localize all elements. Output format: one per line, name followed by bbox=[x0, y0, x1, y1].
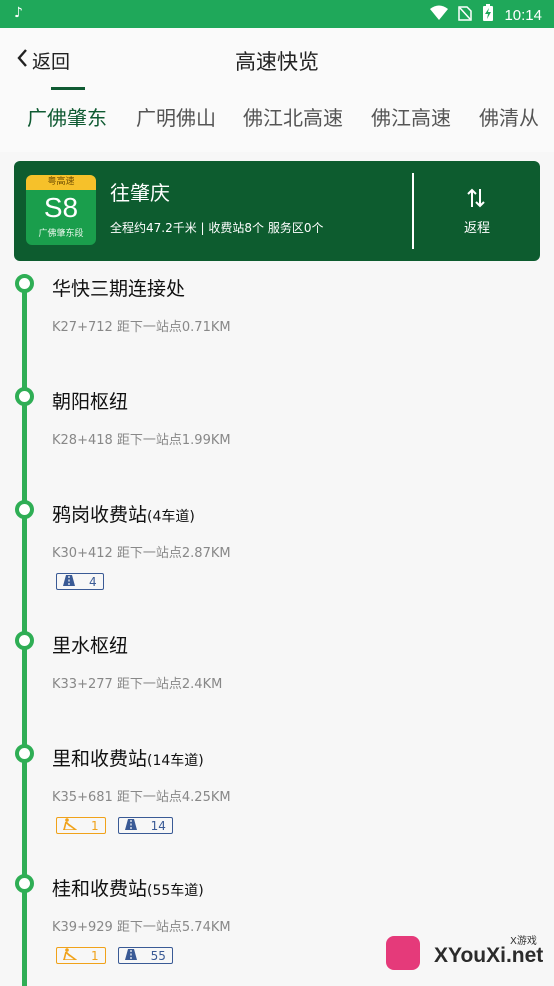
watermark-text: XYouXi.net bbox=[434, 944, 544, 967]
lane-count-badge: 55 bbox=[117, 947, 173, 964]
route-summary: 全程约47.2千米 | 收费站8个 服务区0个 bbox=[110, 221, 324, 235]
etc-lane-badge: 1 bbox=[56, 947, 106, 964]
site-watermark: X游戏 XYouXi.net bbox=[382, 928, 554, 986]
stop-name: 华快三期连接处 bbox=[52, 278, 186, 300]
stop-timeline: 华快三期连接处 K27+712 距下一站点0.71KM 朝阳枢纽 K28+418… bbox=[0, 262, 554, 986]
wifi-icon bbox=[430, 5, 449, 25]
shield-top: 粤高速 bbox=[26, 175, 96, 190]
road-icon bbox=[124, 818, 137, 833]
stop-name: 里水枢纽 bbox=[52, 635, 129, 657]
stop-badges: 4 bbox=[56, 573, 104, 590]
return-label: 返程 bbox=[464, 221, 491, 236]
tab-item[interactable]: 佛江北高速 bbox=[243, 102, 343, 131]
page-title: 高速快览 bbox=[235, 50, 319, 74]
top-bar: 返回 高速快览 bbox=[0, 28, 554, 92]
stop-info: K28+418 距下一站点1.99KM bbox=[52, 433, 231, 448]
status-time: 10:14 bbox=[504, 6, 542, 24]
stop-info: K30+412 距下一站点2.87KM bbox=[52, 546, 231, 561]
lane-count-badge: 14 bbox=[117, 817, 173, 834]
stop-marker bbox=[15, 387, 34, 406]
tab-item[interactable]: 佛清从 bbox=[479, 102, 539, 131]
stop-name: 鸦岗收费站(4车道) bbox=[52, 504, 195, 526]
highway-shield: 粤高速 S8 广佛肇东段 bbox=[26, 175, 96, 245]
no-sim-icon bbox=[458, 5, 473, 25]
direction-title: 往肇庆 bbox=[110, 181, 170, 205]
stop-marker bbox=[15, 874, 34, 893]
stop-info: K35+681 距下一站点4.25KM bbox=[52, 790, 231, 805]
gamepad-logo-icon bbox=[386, 936, 420, 970]
tiktok-icon: ♪ bbox=[14, 5, 23, 21]
worker-icon bbox=[63, 818, 79, 833]
etc-lane-badge: 1 bbox=[56, 817, 106, 834]
stop-marker bbox=[15, 631, 34, 650]
stop-name: 里和收费站(14车道) bbox=[52, 748, 204, 770]
status-bar: ♪ 10:14 bbox=[0, 0, 554, 28]
highway-tabs: 广佛肇东 广明佛山 佛江北高速 佛江高速 佛清从 bbox=[0, 92, 554, 152]
road-icon bbox=[124, 948, 137, 963]
road-icon bbox=[63, 574, 75, 589]
stop-badges: 1 55 bbox=[56, 947, 173, 964]
route-card: 粤高速 S8 广佛肇东段 往肇庆 全程约47.2千米 | 收费站8个 服务区0个… bbox=[14, 161, 540, 261]
stop-marker bbox=[15, 500, 34, 519]
tab-item[interactable]: 广佛肇东 bbox=[27, 102, 107, 131]
lane-count-badge: 4 bbox=[56, 573, 104, 590]
active-tab-indicator bbox=[51, 87, 85, 90]
worker-icon bbox=[63, 948, 79, 963]
shield-code: S8 bbox=[43, 192, 79, 223]
stop-badges: 1 14 bbox=[56, 817, 173, 834]
swap-vertical-icon bbox=[466, 187, 486, 214]
stop-marker bbox=[15, 744, 34, 763]
stop-info: K27+712 距下一站点0.71KM bbox=[52, 320, 231, 335]
shield-name: 广佛肇东段 bbox=[38, 229, 84, 239]
stop-marker bbox=[15, 274, 34, 293]
stop-info: K39+929 距下一站点5.74KM bbox=[52, 920, 231, 935]
stop-name: 桂和收费站(55车道) bbox=[52, 878, 204, 900]
stop-info: K33+277 距下一站点2.4KM bbox=[52, 677, 223, 692]
tab-item[interactable]: 广明佛山 bbox=[136, 102, 216, 131]
stop-name: 朝阳枢纽 bbox=[52, 391, 129, 413]
battery-charging-icon bbox=[482, 4, 494, 26]
card-divider bbox=[412, 173, 414, 249]
tab-item[interactable]: 佛江高速 bbox=[371, 102, 451, 131]
